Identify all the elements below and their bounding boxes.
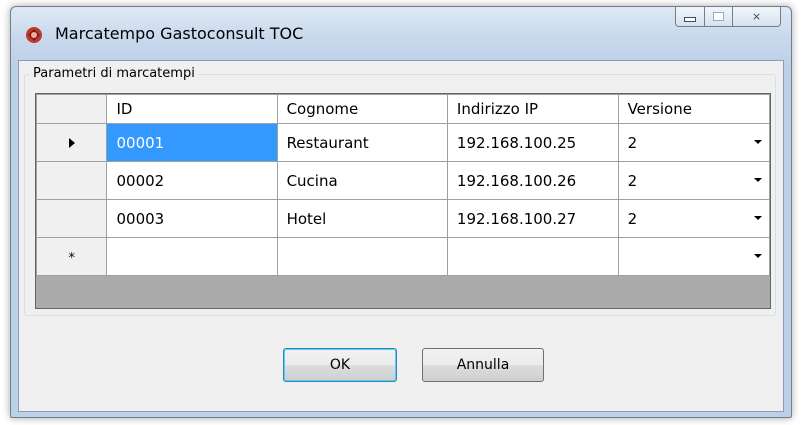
cell-id[interactable]: 00001 [106,123,278,162]
cell-ip[interactable]: 192.168.100.25 [446,123,619,162]
cell-id[interactable] [106,237,278,276]
grid-corner-cell[interactable] [36,94,108,124]
new-row-icon: * [68,250,75,266]
cell-id[interactable]: 00003 [106,199,278,238]
close-button[interactable]: ⨯ [733,7,781,27]
row-header[interactable] [36,199,108,238]
table-row[interactable]: 00001 Restaurant 192.168.100.25 2 [36,123,770,162]
table-row[interactable]: 00003 Hotel 192.168.100.27 2 [36,199,770,238]
groupbox-label: Parametri di marcatempi [29,66,199,81]
data-grid[interactable]: ID Cognome Indirizzo IP Versione 00001 R… [35,93,771,309]
minimize-icon [684,17,696,22]
cell-ip[interactable] [446,237,619,276]
maximize-icon [713,12,724,21]
grid-table: ID Cognome Indirizzo IP Versione 00001 R… [36,94,770,276]
app-logo-icon [26,27,42,43]
cell-id[interactable]: 00002 [106,161,278,200]
row-header[interactable] [36,161,108,200]
current-row-icon [68,137,75,148]
dropdown-arrow-icon[interactable] [754,178,762,182]
column-header-cognome[interactable]: Cognome [276,94,448,124]
grid-header-row: ID Cognome Indirizzo IP Versione [36,94,770,124]
window-title: Marcatempo Gastoconsult TOC [55,24,304,43]
minimize-button[interactable] [675,7,705,27]
cell-cognome[interactable] [276,237,448,276]
dropdown-arrow-icon[interactable] [754,216,762,220]
dropdown-arrow-icon[interactable] [754,254,762,258]
cancel-button[interactable]: Annulla [422,348,544,382]
column-header-versione[interactable]: Versione [617,94,770,124]
column-header-id[interactable]: ID [106,94,278,124]
table-row[interactable]: 00002 Cucina 192.168.100.26 2 [36,161,770,200]
cell-cognome[interactable]: Hotel [276,199,448,238]
cell-cognome[interactable]: Restaurant [276,123,448,162]
ok-button[interactable]: OK [283,348,397,382]
new-row[interactable]: * [36,237,770,276]
cell-ip[interactable]: 192.168.100.27 [446,199,619,238]
cell-versione-combo[interactable]: 2 [617,199,770,238]
row-header[interactable]: * [36,237,108,276]
row-header[interactable] [36,123,108,162]
cell-versione-combo[interactable]: 2 [617,161,770,200]
title-bar[interactable]: Marcatempo Gastoconsult TOC ⨯ [11,7,791,57]
close-icon: ⨯ [751,10,762,23]
cell-versione-combo[interactable] [617,237,770,276]
cell-cognome[interactable]: Cucina [276,161,448,200]
maximize-button[interactable] [705,7,733,27]
dropdown-arrow-icon[interactable] [754,140,762,144]
dialog-client-area: Parametri di marcatempi ID Cognome Indir… [18,60,784,412]
column-header-ip[interactable]: Indirizzo IP [446,94,619,124]
cell-ip[interactable]: 192.168.100.26 [446,161,619,200]
caption-buttons: ⨯ [675,7,781,29]
cell-versione-combo[interactable]: 2 [617,123,770,162]
